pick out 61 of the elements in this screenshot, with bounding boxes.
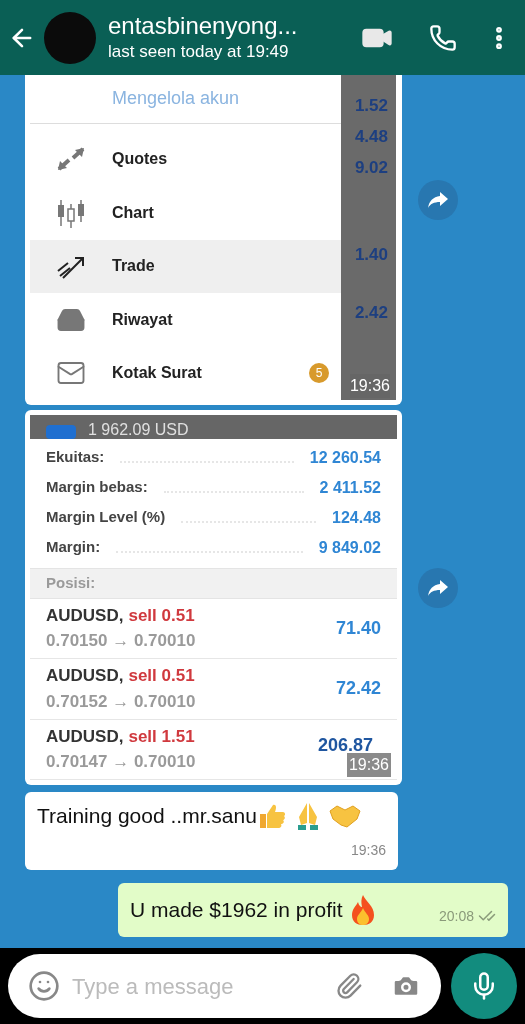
fire-icon [350,894,377,926]
position-symbol: AUDUSD, [46,725,124,748]
menu-item-label: Kotak Surat [112,363,203,384]
sent-message[interactable]: U made $1962 in profit 20:08 [118,883,508,937]
message-time: 19:36 [349,374,390,398]
summary-value: 12 260.54 [309,447,381,468]
position-order: sell 1.51 [128,725,195,748]
menu-item-label: Trade [112,256,156,277]
value-text: 1.40 [354,245,388,265]
last-seen-status: last seen today at 19:49 [108,40,290,63]
value-text: 4.48 [354,127,388,147]
position-profit: 71.40 [335,616,381,640]
summary-label: Margin Level (%) [46,507,166,528]
position-row[interactable]: AUDUSD, sell 0.51 0.70152 → 0.70010 72.42 [30,659,397,720]
contact-name[interactable]: entasbinenyong... [108,11,361,40]
balance-text: 1 962.09 USD [88,421,189,439]
candlestick-icon [56,197,86,228]
attach-icon[interactable] [335,972,363,1000]
position-prices: 0.70152 → 0.70010 [46,690,197,713]
menu-item[interactable]: Trade [30,239,341,294]
message-time: 19:36 [346,753,391,777]
image-message[interactable]: Mengelola akun Quotes Chart Trade Riwayat Kotak Surat 5 1.52 4.48 9.02 1.40 2.42 19:36 [25,75,402,405]
menu-item-label: Riwayat [112,309,174,330]
section-title: Posisi: [46,573,96,594]
summary-value: 9 849.02 [318,537,381,558]
position-row[interactable]: AUDUSD, sell 0.51 0.70150 → 0.70010 71.40 [30,598,397,660]
position-prices: 0.70150 → 0.70010 [46,630,197,653]
message-text: U made $1962 in profit [130,897,343,924]
forward-button[interactable] [418,180,458,220]
summary-label: Margin bebas: [46,477,148,498]
menu-item-label: Chart [112,202,155,223]
received-message[interactable]: Training good ..mr.sanu 19:36 [25,792,398,870]
message-text: Training good ..mr.sanu [37,803,257,829]
summary-label: Margin: [46,537,101,558]
forward-button[interactable] [418,567,458,608]
summary-value: 124.48 [332,507,381,528]
summary-label: Ekuitas: [46,447,105,468]
double-arrow-icon [56,146,86,173]
position-symbol: AUDUSD, [46,665,124,688]
share-arrow-icon [427,578,449,597]
phone-icon[interactable] [429,23,457,52]
menu-item-label: Quotes [112,149,169,170]
message-time: 20:08 [438,906,474,926]
count-badge: 5 [309,363,329,384]
position-order: sell 0.51 [128,604,195,627]
summary-value: 2 411.52 [319,477,381,498]
value-text: 9.02 [354,158,388,178]
position-symbol: AUDUSD, [46,604,124,627]
value-text: 1.52 [354,96,388,116]
position-order: sell 0.51 [128,665,195,688]
message-time: 19:36 [350,840,386,860]
position-row[interactable]: AUDUSD, sell 1.51 0.70147 → 0.70010 206.87 19:36 [30,719,397,780]
contact-avatar[interactable] [44,11,96,64]
image-message[interactable] [25,410,402,785]
value-text: 2.42 [354,303,388,323]
position-prices: 0.70147 → 0.70010 [46,751,197,774]
position-profit: 72.42 [335,677,381,701]
message-input[interactable]: Type a message [8,954,441,1018]
share-arrow-icon [427,191,449,209]
emoji-icon[interactable] [28,970,60,1002]
app-logo-icon [46,425,76,439]
